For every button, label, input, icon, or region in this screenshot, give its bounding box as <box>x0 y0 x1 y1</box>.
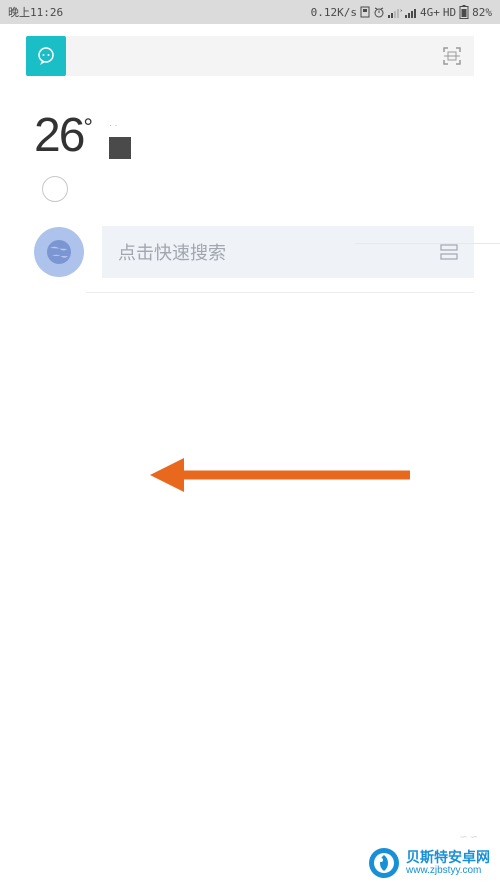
search-input[interactable]: 点击快速搜索 <box>102 226 474 278</box>
signal-1-icon: ✕ <box>388 7 402 18</box>
status-battery: 82% <box>472 6 492 19</box>
scan-icon[interactable] <box>442 46 462 66</box>
sim-icon <box>360 6 370 18</box>
status-network: 4G+ <box>420 6 440 19</box>
weather-widget[interactable]: 26° ·· <box>26 88 474 170</box>
indicator-row <box>26 170 474 216</box>
signal-2-icon <box>405 7 417 18</box>
scan-barcode-icon[interactable] <box>440 244 458 260</box>
app-icon[interactable] <box>26 36 66 76</box>
arrow-annotation <box>150 455 410 495</box>
chat-icon <box>35 45 57 67</box>
battery-icon <box>459 5 469 19</box>
circle-indicator[interactable] <box>42 176 68 202</box>
top-search-bar[interactable] <box>66 36 474 76</box>
watermark: 贝斯特安卓网 www.zjbstyy.com <box>368 847 490 879</box>
weather-dots: ·· <box>109 120 131 131</box>
weather-condition-icon <box>109 137 131 159</box>
svg-text:✕: ✕ <box>400 8 402 14</box>
divider <box>355 243 500 244</box>
status-time: 晚上11:26 <box>8 4 63 20</box>
status-hd: HD <box>443 6 456 19</box>
top-bar <box>0 24 500 88</box>
watermark-logo-icon <box>368 847 400 879</box>
section-divider <box>86 292 474 293</box>
globe-icon <box>45 238 73 266</box>
watermark-title: 贝斯特安卓网 <box>406 850 490 865</box>
search-section: 点击快速搜索 <box>26 216 474 292</box>
status-bar: 晚上11:26 0.12K/s ✕ 4G+ HD 82% <box>0 0 500 24</box>
alarm-icon <box>373 6 385 18</box>
temperature: 26° <box>34 112 91 160</box>
watermark-url: www.zjbstyy.com <box>406 865 490 876</box>
status-speed: 0.12K/s <box>311 6 357 19</box>
globe-button[interactable] <box>34 227 84 277</box>
page-indicator: ∽∽ <box>459 832 480 843</box>
